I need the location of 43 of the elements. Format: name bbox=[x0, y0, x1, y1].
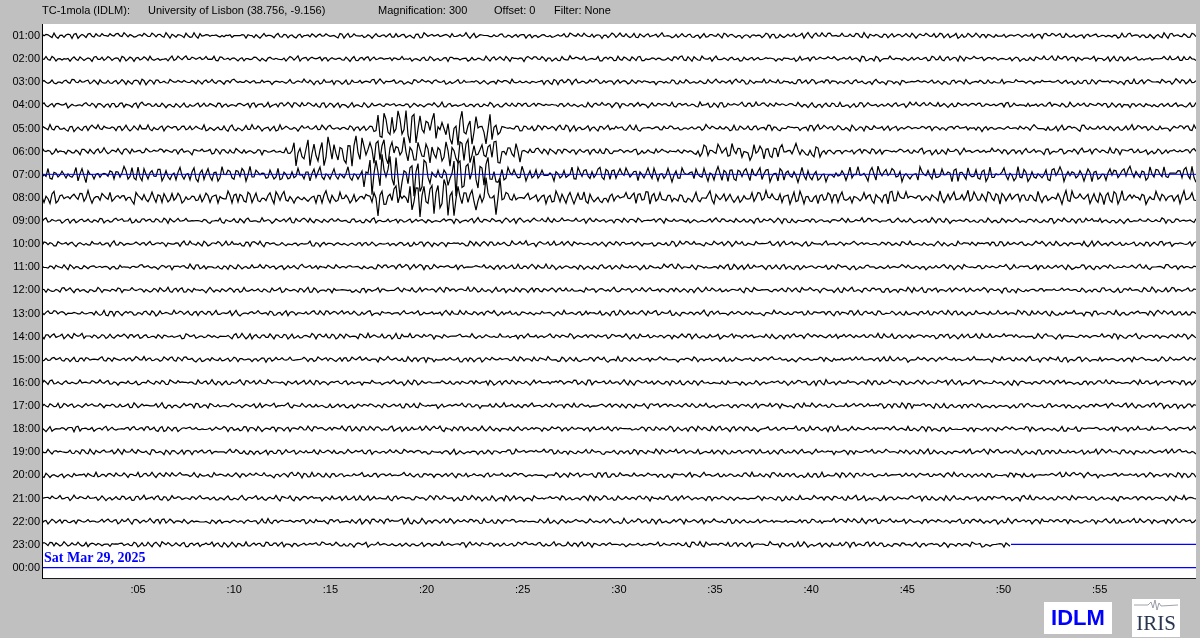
hour-label: 09:00 bbox=[11, 213, 41, 228]
date-label: Sat Mar 29, 2025 bbox=[44, 550, 146, 567]
hour-label: 08:00 bbox=[11, 189, 41, 205]
station-label: TC-1mola (IDLM): bbox=[42, 4, 131, 16]
hour-label: 04:00 bbox=[11, 97, 41, 113]
hour-label: 13:00 bbox=[11, 305, 41, 321]
filter-label: Filter: None bbox=[554, 4, 611, 16]
hour-label: 11:00 bbox=[12, 259, 41, 275]
iris-logo: IRIS bbox=[1132, 599, 1180, 638]
hour-label: 17:00 bbox=[11, 398, 41, 413]
hour-label: 21:00 bbox=[11, 490, 41, 506]
hour-label: 05:00 bbox=[11, 120, 41, 136]
minute-tick-label: :55 bbox=[1091, 583, 1109, 598]
minute-tick-label: :05 bbox=[129, 583, 147, 598]
minute-tick-label: :15 bbox=[321, 583, 340, 598]
hour-label: 01:00 bbox=[11, 28, 41, 43]
hour-label: 22:00 bbox=[11, 513, 41, 529]
hour-label: 20:00 bbox=[11, 467, 41, 483]
hour-label: 07:00 bbox=[11, 166, 41, 182]
hour-label: 15:00 bbox=[11, 351, 41, 367]
minute-tick-label: :40 bbox=[802, 583, 820, 598]
hour-label: 12:00 bbox=[11, 282, 41, 298]
hour-label: 00:00 bbox=[11, 559, 41, 575]
minute-tick-label: :10 bbox=[225, 583, 243, 598]
hour-label: 10:00 bbox=[11, 236, 41, 252]
minute-tick-label: :30 bbox=[610, 583, 628, 598]
hour-label: 02:00 bbox=[11, 51, 41, 67]
hour-label: 23:00 bbox=[11, 536, 41, 552]
minute-tick-label: :20 bbox=[417, 583, 436, 598]
hour-label: 19:00 bbox=[11, 444, 41, 460]
minute-tick-label: :50 bbox=[994, 583, 1013, 598]
hour-label: 03:00 bbox=[11, 74, 41, 90]
hour-label: 06:00 bbox=[11, 143, 41, 159]
magnification-label: Magnification: 300 bbox=[378, 4, 469, 16]
minute-tick-label: :25 bbox=[514, 583, 532, 598]
offset-label: Offset: 0 bbox=[494, 4, 537, 16]
minute-tick-label: :35 bbox=[706, 583, 724, 598]
hour-label: 18:00 bbox=[11, 421, 41, 437]
hour-label: 16:00 bbox=[11, 374, 41, 390]
network-logo: IDLM bbox=[1044, 602, 1112, 635]
hour-label: 14:00 bbox=[11, 328, 41, 344]
minute-tick-label: :45 bbox=[898, 583, 916, 598]
location-label: University of Lisbon (38.756, -9.156) bbox=[148, 4, 327, 16]
